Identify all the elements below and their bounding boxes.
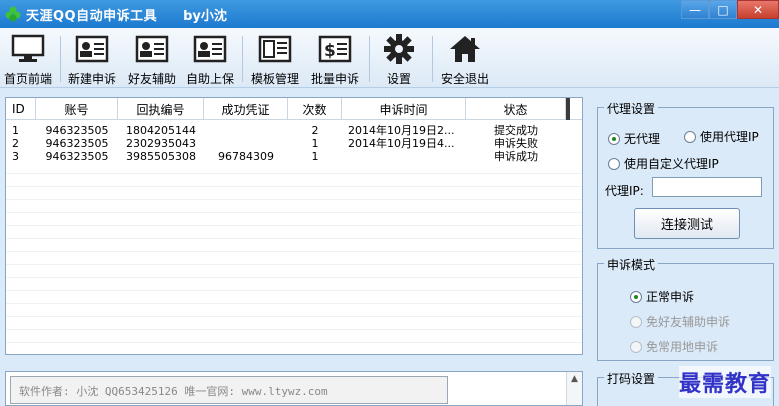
radio-custom-proxy-label: 使用自定义代理IP xyxy=(624,157,719,171)
radio-use-proxy[interactable]: 使用代理IP xyxy=(684,128,759,145)
toolbar-separator xyxy=(432,36,433,82)
cell-receipt: 2302935043 xyxy=(126,137,196,150)
toolbar-friend-assist-label: 好友辅助 xyxy=(127,72,176,86)
table-header: ID 账号 回执编号 成功凭证 次数 申诉时间 状态 xyxy=(6,98,582,120)
column-header-id[interactable]: ID xyxy=(6,98,36,120)
radio-normal-appeal[interactable]: 正常申诉 xyxy=(630,288,694,305)
watermark: 最需教育 xyxy=(678,366,771,398)
cell-time: 2014年10月19日4... xyxy=(348,137,455,150)
toolbar-home-button[interactable]: 首页前端 xyxy=(0,30,56,88)
toolbar-settings-label: 设置 xyxy=(386,72,411,86)
app-logo-icon xyxy=(5,6,21,22)
toolbar-template-label: 模板管理 xyxy=(250,72,299,86)
column-header-count[interactable]: 次数 xyxy=(288,98,342,120)
toolbar-exit-label: 安全退出 xyxy=(440,72,489,86)
app-window: 天涯QQ自动申诉工具 by小沈 — □ ✕ 首页前端 新建申诉 好友辅助 自助上… xyxy=(0,0,779,406)
column-header-account[interactable]: 账号 xyxy=(36,98,118,120)
toolbar-friend-assist-button[interactable]: 好友辅助 xyxy=(124,30,180,88)
cell-account: 946323505 xyxy=(45,137,109,150)
appeal-mode-title: 申诉模式 xyxy=(604,256,659,273)
appeal-mode-group: 申诉模式 正常申诉 免好友辅助申诉 免常用地申诉 xyxy=(597,256,774,361)
toolbar-home-label: 首页前端 xyxy=(3,72,52,86)
toolbar-new-appeal-label: 新建申诉 xyxy=(67,72,116,86)
toolbar-batch-appeal-button[interactable]: $ 批量申诉 xyxy=(306,30,364,88)
radio-unselected-icon xyxy=(630,315,642,328)
radio-use-proxy-label: 使用代理IP xyxy=(700,130,759,144)
id-card-icon xyxy=(74,34,110,64)
log-panel: 软件作者: 小沈 QQ653425126 唯一官网: www.ltywz.com… xyxy=(5,371,583,406)
minimize-button[interactable]: — xyxy=(681,0,709,19)
connection-test-button[interactable]: 连接测试 xyxy=(634,208,740,239)
toolbar: 首页前端 新建申诉 好友辅助 自助上保 模板管理 $ 批量申诉 设置 安全退出 xyxy=(0,28,779,88)
toolbar-exit-button[interactable]: 安全退出 xyxy=(436,30,494,88)
radio-normal-appeal-label: 正常申诉 xyxy=(646,290,695,304)
radio-no-location-appeal-label: 免常用地申诉 xyxy=(646,340,719,354)
toolbar-self-protect-button[interactable]: 自助上保 xyxy=(182,30,238,88)
radio-no-proxy[interactable]: 无代理 xyxy=(608,130,660,147)
cell-certificate xyxy=(204,137,288,150)
radio-unselected-icon xyxy=(630,340,642,353)
column-header-time[interactable]: 申诉时间 xyxy=(342,98,466,120)
appeal-table[interactable]: ID 账号 回执编号 成功凭证 次数 申诉时间 状态 1 946323505 1… xyxy=(5,97,583,355)
toolbar-new-appeal-button[interactable]: 新建申诉 xyxy=(64,30,120,88)
proxy-ip-input[interactable] xyxy=(652,177,762,197)
radio-no-proxy-label: 无代理 xyxy=(624,132,661,146)
cell-count: 2 xyxy=(311,124,319,137)
column-header-divider xyxy=(566,98,570,120)
dollar-doc-icon: $ xyxy=(317,34,353,64)
title-bar: 天涯QQ自动申诉工具 by小沈 — □ ✕ xyxy=(0,0,779,28)
svg-text:$: $ xyxy=(324,41,336,61)
radio-selected-icon xyxy=(630,290,642,303)
author-info-text: 软件作者: 小沈 QQ653425126 唯一官网: www.ltywz.com xyxy=(10,376,448,404)
toolbar-batch-appeal-label: 批量申诉 xyxy=(310,72,359,86)
id-card-icon xyxy=(134,34,170,64)
radio-no-friend-appeal[interactable]: 免好友辅助申诉 xyxy=(630,313,730,330)
monitor-icon xyxy=(10,34,46,64)
home-icon xyxy=(447,34,483,64)
proxy-settings-title: 代理设置 xyxy=(604,100,659,117)
window-controls: — □ ✕ xyxy=(681,0,779,22)
radio-no-location-appeal[interactable]: 免常用地申诉 xyxy=(630,338,718,355)
radio-custom-proxy[interactable]: 使用自定义代理IP xyxy=(608,155,719,172)
toolbar-template-button[interactable]: 模板管理 xyxy=(246,30,304,88)
toolbar-separator xyxy=(60,36,61,82)
column-header-certificate[interactable]: 成功凭证 xyxy=(204,98,288,120)
window-title: 天涯QQ自动申诉工具 xyxy=(26,8,158,24)
toolbar-settings-button[interactable]: 设置 xyxy=(372,30,426,88)
log-scrollbar[interactable]: ▲ xyxy=(566,372,582,405)
radio-selected-icon xyxy=(608,132,620,145)
captcha-settings-title: 打码设置 xyxy=(604,370,659,387)
table-row[interactable]: 2 946323505 2302935043 1 2014年10月19日4...… xyxy=(6,137,582,150)
cell-account: 946323505 xyxy=(45,124,109,137)
toolbar-self-protect-label: 自助上保 xyxy=(185,72,234,86)
cell-id: 1 xyxy=(12,124,19,137)
cell-count: 1 xyxy=(311,137,319,150)
radio-unselected-icon xyxy=(608,157,620,170)
toolbar-separator xyxy=(369,36,370,82)
gear-icon xyxy=(381,34,417,64)
window-author-tag: by小沈 xyxy=(183,8,227,24)
cell-id: 2 xyxy=(12,137,19,150)
cell-status: 申诉失败 xyxy=(494,137,538,150)
radio-unselected-icon xyxy=(684,130,696,143)
proxy-ip-label: 代理IP: xyxy=(605,184,644,198)
proxy-settings-group: 代理设置 无代理 使用代理IP 使用自定义代理IP 代理IP: 连接测试 xyxy=(597,100,774,249)
toolbar-separator xyxy=(242,36,243,82)
column-header-receipt[interactable]: 回执编号 xyxy=(118,98,204,120)
template-icon xyxy=(257,34,293,64)
table-empty-rows xyxy=(6,161,582,354)
radio-no-friend-appeal-label: 免好友辅助申诉 xyxy=(646,315,731,329)
cell-time: 2014年10月19日2... xyxy=(348,124,455,137)
cell-status: 提交成功 xyxy=(494,124,538,137)
id-card-icon xyxy=(192,34,228,64)
maximize-button[interactable]: □ xyxy=(709,0,737,19)
table-row[interactable]: 1 946323505 1804205144 2 2014年10月19日2...… xyxy=(6,124,582,137)
cell-certificate xyxy=(204,124,288,137)
scroll-up-icon[interactable]: ▲ xyxy=(567,374,582,384)
cell-receipt: 1804205144 xyxy=(126,124,196,137)
close-button[interactable]: ✕ xyxy=(737,0,779,19)
column-header-status[interactable]: 状态 xyxy=(466,98,566,120)
